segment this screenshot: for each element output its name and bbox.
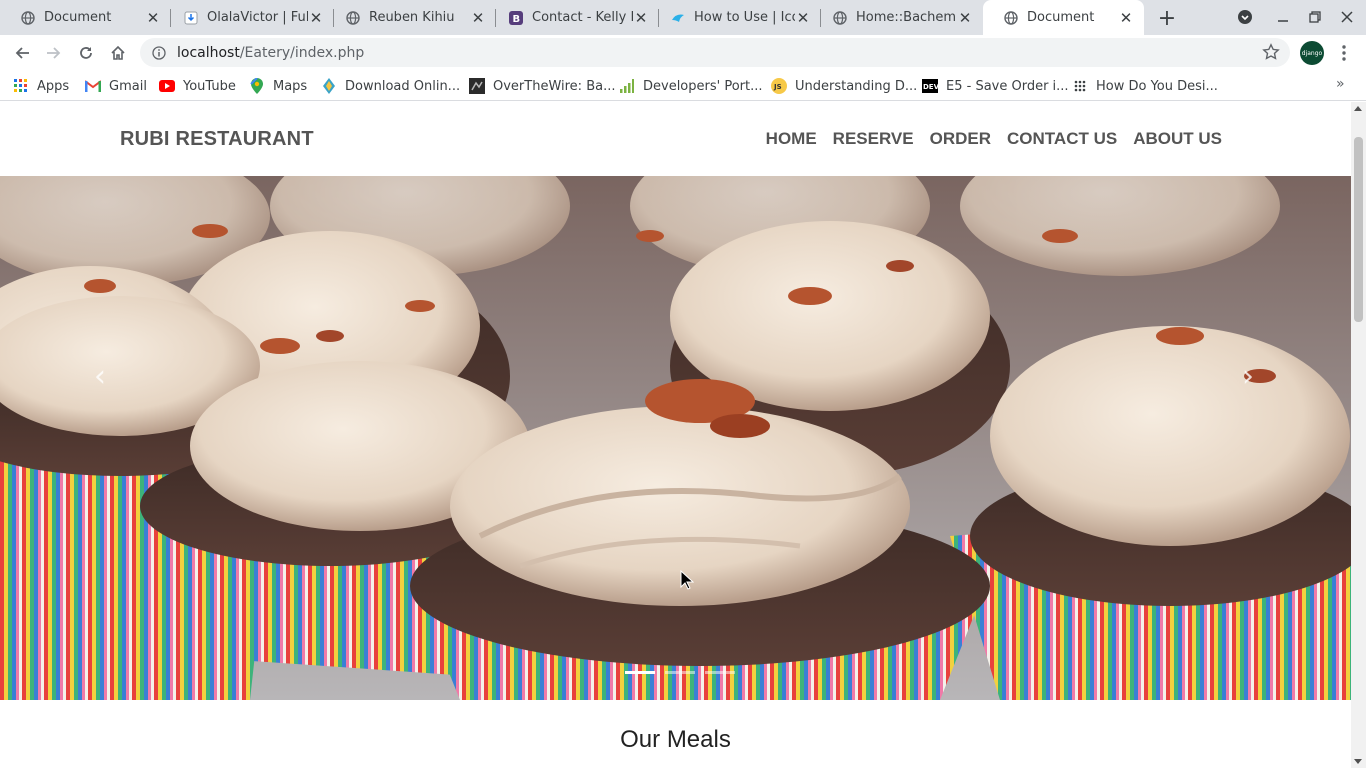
close-icon[interactable]: ✕: [145, 9, 161, 27]
signal-bars-icon: [619, 78, 635, 94]
dots-grid-icon: [1072, 78, 1088, 94]
nav-contact-us[interactable]: CONTACT US: [1007, 129, 1117, 149]
bookmark-maps[interactable]: Maps: [249, 76, 307, 96]
back-arrow-icon[interactable]: [8, 39, 36, 67]
nav-about-us[interactable]: ABOUT US: [1133, 129, 1222, 149]
close-icon[interactable]: ✕: [795, 9, 811, 27]
bookmark-developers-portal[interactable]: Developers' Port...: [619, 76, 763, 96]
scroll-down-icon[interactable]: [1354, 759, 1362, 764]
bookmark-gmail[interactable]: Gmail: [85, 76, 147, 96]
bootstrap-icon: B: [508, 10, 524, 26]
globe-icon: [20, 10, 36, 26]
svg-text:B: B: [513, 14, 521, 25]
forward-arrow-icon[interactable]: [40, 39, 68, 67]
section-title: Our Meals: [620, 726, 731, 753]
svg-text:JS: JS: [773, 83, 782, 91]
new-tab-button[interactable]: +: [1155, 6, 1179, 31]
bookmarks-bar: Apps Gmail YouTube Maps Download Onlin..…: [0, 70, 1366, 101]
tab-title: OlalaVictor | Full: [207, 10, 308, 25]
carousel-indicator[interactable]: [625, 671, 655, 674]
dev-icon: DEV: [922, 78, 938, 94]
globe-icon: [1003, 10, 1019, 26]
globe-icon: [345, 10, 361, 26]
url-text: localhost/Eatery/index.php: [177, 45, 364, 61]
bookmark-download-online[interactable]: Download Onlin...: [321, 76, 460, 96]
profile-avatar[interactable]: django: [1300, 41, 1324, 65]
bookmark-star-icon[interactable]: [1262, 43, 1280, 61]
browser-tab[interactable]: Reuben Kihiu ✕: [325, 0, 496, 35]
minimize-icon[interactable]: [1270, 6, 1296, 28]
mouse-cursor-icon: [680, 570, 694, 590]
tab-title: Document: [44, 10, 112, 25]
browser-tab[interactable]: Home::Bachem S ✕: [812, 0, 983, 35]
tab-title: Contact - Kelly B: [532, 10, 633, 25]
bookmark-save-order[interactable]: DEV E5 - Save Order i...: [922, 76, 1069, 96]
svg-text:DEV: DEV: [923, 83, 938, 91]
page-scrollbar[interactable]: [1351, 102, 1366, 768]
browser-tab[interactable]: B Contact - Kelly B ✕: [488, 0, 659, 35]
browser-tab-active[interactable]: Document ✕: [983, 0, 1144, 35]
js-icon: JS: [771, 78, 787, 94]
tab-title: Document: [1027, 10, 1095, 25]
page-viewport: RUBI RESTAURANT HOME RESERVE ORDER CONTA…: [0, 102, 1351, 768]
reload-icon[interactable]: [72, 39, 100, 67]
carousel-indicator[interactable]: [665, 671, 695, 674]
cupcakes-image: [0, 176, 1351, 700]
gmail-icon: [85, 78, 101, 94]
browser-toolbar: localhost/Eatery/index.php django: [0, 35, 1366, 70]
url-host: localhost: [177, 44, 240, 61]
browser-tab-strip: Document ✕ OlalaVictor | Full ✕ Reuben K…: [0, 0, 1366, 35]
nav-order[interactable]: ORDER: [930, 129, 991, 149]
close-icon[interactable]: ✕: [470, 9, 486, 27]
maps-icon: [249, 78, 265, 94]
site-menu: HOME RESERVE ORDER CONTACT US ABOUT US: [766, 129, 1222, 149]
site-navbar: RUBI RESTAURANT HOME RESERVE ORDER CONTA…: [0, 102, 1351, 176]
bookmark-how-do-you[interactable]: How Do You Desi...: [1072, 76, 1218, 96]
browser-tab[interactable]: How to Use | Icof ✕: [650, 0, 821, 35]
bookmark-apps[interactable]: Apps: [13, 76, 69, 96]
maximize-icon[interactable]: [1302, 6, 1328, 28]
carousel-indicator[interactable]: [705, 671, 735, 674]
bookmark-understanding[interactable]: JS Understanding D...: [771, 76, 917, 96]
close-icon[interactable]: ✕: [308, 9, 324, 27]
tab-search-icon[interactable]: [1232, 6, 1258, 28]
tab-title: Home::Bachem S: [856, 10, 957, 25]
bookmark-overthewire[interactable]: OverTheWire: Ba...: [469, 76, 615, 96]
download-site-icon: [321, 78, 337, 94]
more-menu-icon[interactable]: [1334, 42, 1354, 64]
carousel-next-icon[interactable]: ›: [1228, 356, 1268, 396]
browser-tab[interactable]: Document ✕: [0, 0, 171, 35]
close-icon[interactable]: ✕: [957, 9, 973, 27]
scrollbar-thumb[interactable]: [1354, 137, 1363, 322]
bird-icon: [670, 10, 686, 26]
site-brand[interactable]: RUBI RESTAURANT: [120, 128, 314, 151]
youtube-icon: [159, 78, 175, 94]
carousel-indicators: [625, 671, 735, 674]
bookmarks-overflow-icon[interactable]: »: [1336, 76, 1345, 92]
address-bar[interactable]: localhost/Eatery/index.php: [140, 38, 1290, 67]
tab-title: How to Use | Icof: [694, 10, 795, 25]
bookmark-youtube[interactable]: YouTube: [159, 76, 236, 96]
home-icon[interactable]: [104, 39, 132, 67]
download-icon: [183, 10, 199, 26]
apps-grid-icon: [13, 78, 29, 94]
nav-reserve[interactable]: RESERVE: [833, 129, 914, 149]
browser-tab[interactable]: OlalaVictor | Full ✕: [163, 0, 334, 35]
tab-title: Reuben Kihiu: [369, 10, 455, 25]
window-close-icon[interactable]: [1334, 6, 1360, 28]
nav-home[interactable]: HOME: [766, 129, 817, 149]
globe-icon: [832, 10, 848, 26]
scroll-up-icon[interactable]: [1354, 106, 1362, 111]
close-icon[interactable]: ✕: [633, 9, 649, 27]
overthewire-icon: [469, 78, 485, 94]
close-icon[interactable]: ✕: [1118, 9, 1134, 27]
carousel-prev-icon[interactable]: ‹: [80, 356, 120, 396]
url-path: /Eatery/index.php: [239, 44, 365, 61]
hero-carousel: ‹ ›: [0, 176, 1351, 700]
info-icon[interactable]: [150, 44, 168, 62]
